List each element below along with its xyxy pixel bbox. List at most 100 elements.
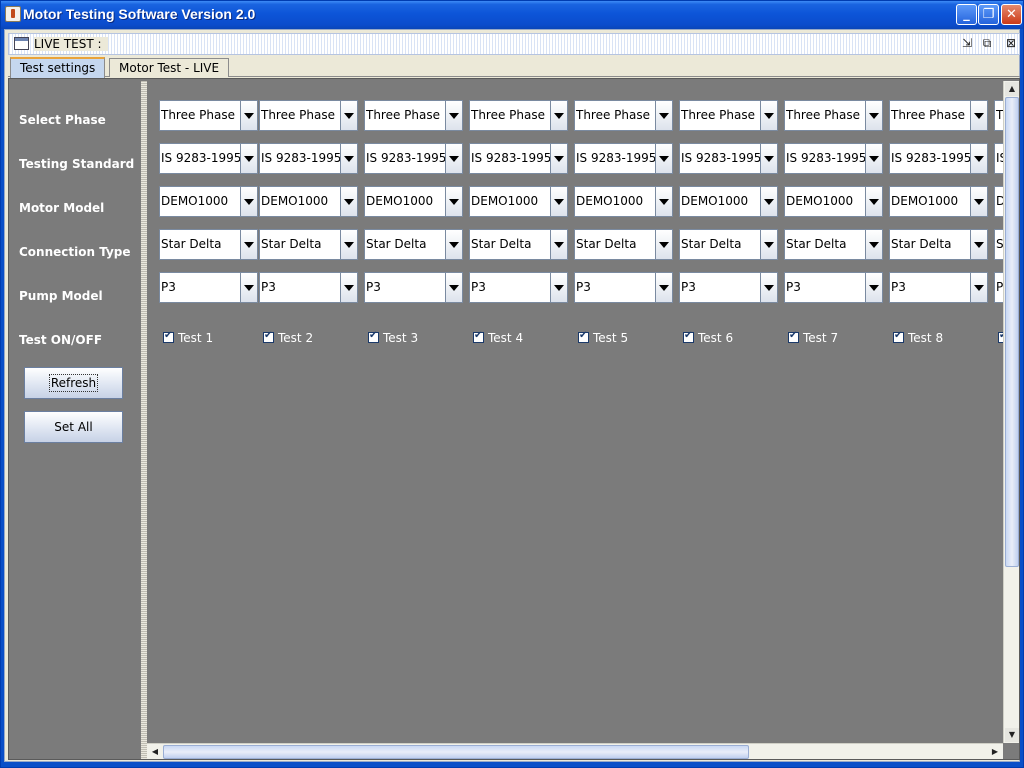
motor-model-combo[interactable]: DEMO1000 [259, 186, 358, 217]
iconify-icon[interactable]: ⇲ [959, 36, 975, 52]
standard-combo[interactable]: IS 9283-1995 [784, 143, 883, 174]
phase-combo[interactable]: Three Phase [159, 100, 258, 131]
dropdown-arrow-icon[interactable] [340, 100, 358, 131]
tab-motor-test-live[interactable]: Motor Test - LIVE [109, 58, 230, 77]
test-checkbox[interactable]: Test 5 [578, 327, 628, 346]
phase-combo[interactable]: Three Phase [994, 100, 1003, 131]
dropdown-arrow-icon[interactable] [970, 186, 988, 217]
standard-combo[interactable]: IS 9283-1995 [889, 143, 988, 174]
phase-combo[interactable]: Three Phase [889, 100, 988, 131]
standard-combo[interactable]: IS 9283-1995 [159, 143, 258, 174]
connection-type-combo[interactable]: Star Delta [159, 229, 258, 260]
dropdown-arrow-icon[interactable] [865, 143, 883, 174]
dropdown-arrow-icon[interactable] [445, 143, 463, 174]
dropdown-arrow-icon[interactable] [970, 229, 988, 260]
frame-close-icon[interactable]: ⊠ [1003, 36, 1019, 52]
scroll-right-arrow-icon[interactable]: ▶ [988, 745, 1002, 759]
minimize-button[interactable]: _ [956, 4, 977, 25]
test-checkbox[interactable]: Test 7 [788, 327, 838, 346]
phase-combo[interactable]: Three Phase [679, 100, 778, 131]
dropdown-arrow-icon[interactable] [655, 272, 673, 303]
internal-frame-title-bar[interactable]: LIVE TEST : ⇲ ⧉ ⊠ [8, 33, 1020, 55]
scroll-left-arrow-icon[interactable]: ◀ [148, 745, 162, 759]
maximize-icon[interactable]: ⧉ [979, 36, 995, 52]
checkbox-checked-icon[interactable] [578, 330, 589, 343]
test-checkbox[interactable]: Test 4 [473, 327, 523, 346]
pump-model-combo[interactable]: P3 [679, 272, 778, 303]
test-checkbox[interactable]: Test 8 [893, 327, 943, 346]
close-button[interactable]: ✕ [1001, 4, 1022, 25]
checkbox-checked-icon[interactable] [368, 330, 379, 343]
motor-model-combo[interactable]: DEMO1000 [679, 186, 778, 217]
connection-type-combo[interactable]: Star Delta [469, 229, 568, 260]
dropdown-arrow-icon[interactable] [445, 186, 463, 217]
dropdown-arrow-icon[interactable] [655, 186, 673, 217]
restore-button[interactable]: ❐ [978, 4, 999, 25]
checkbox-checked-icon[interactable] [473, 330, 484, 343]
connection-type-combo[interactable]: Star Delta [889, 229, 988, 260]
connection-type-combo[interactable]: Star Delta [364, 229, 463, 260]
connection-type-combo[interactable]: Star Delta [574, 229, 673, 260]
pump-model-combo[interactable]: P3 [574, 272, 673, 303]
test-checkbox[interactable]: Test 6 [683, 327, 733, 346]
phase-combo[interactable]: Three Phase [259, 100, 358, 131]
checkbox-checked-icon[interactable] [683, 330, 694, 343]
connection-type-combo[interactable]: Star Delta [994, 229, 1003, 260]
standard-combo[interactable]: IS 9283-1995 [364, 143, 463, 174]
pump-model-combo[interactable]: P3 [159, 272, 258, 303]
dropdown-arrow-icon[interactable] [340, 186, 358, 217]
dropdown-arrow-icon[interactable] [865, 229, 883, 260]
dropdown-arrow-icon[interactable] [865, 186, 883, 217]
test-checkbox[interactable]: Test 1 [163, 327, 213, 346]
phase-combo[interactable]: Three Phase [574, 100, 673, 131]
motor-model-combo[interactable]: DEMO1000 [784, 186, 883, 217]
motor-model-combo[interactable]: DEMO1000 [364, 186, 463, 217]
pump-model-combo[interactable]: P3 [259, 272, 358, 303]
dropdown-arrow-icon[interactable] [760, 186, 778, 217]
horizontal-scroll-thumb[interactable] [163, 745, 749, 759]
dropdown-arrow-icon[interactable] [340, 229, 358, 260]
dropdown-arrow-icon[interactable] [655, 143, 673, 174]
dropdown-arrow-icon[interactable] [655, 100, 673, 131]
phase-combo[interactable]: Three Phase [364, 100, 463, 131]
connection-type-combo[interactable]: Star Delta [259, 229, 358, 260]
pump-model-combo[interactable]: P3 [994, 272, 1003, 303]
dropdown-arrow-icon[interactable] [865, 272, 883, 303]
checkbox-checked-icon[interactable] [163, 330, 174, 343]
dropdown-arrow-icon[interactable] [240, 143, 258, 174]
motor-model-combo[interactable]: DEMO1000 [469, 186, 568, 217]
dropdown-arrow-icon[interactable] [550, 272, 568, 303]
standard-combo[interactable]: IS 9283-1995 [259, 143, 358, 174]
dropdown-arrow-icon[interactable] [340, 272, 358, 303]
dropdown-arrow-icon[interactable] [445, 272, 463, 303]
refresh-button[interactable]: Refresh [24, 367, 123, 399]
tab-test-settings[interactable]: Test settings [10, 57, 106, 78]
dropdown-arrow-icon[interactable] [445, 100, 463, 131]
dropdown-arrow-icon[interactable] [865, 100, 883, 131]
pump-model-combo[interactable]: P3 [364, 272, 463, 303]
scroll-down-arrow-icon[interactable]: ▼ [1005, 728, 1019, 742]
motor-model-combo[interactable]: DEMO1000 [574, 186, 673, 217]
dropdown-arrow-icon[interactable] [760, 229, 778, 260]
vertical-scroll-thumb[interactable] [1005, 97, 1019, 567]
pump-model-combo[interactable]: P3 [889, 272, 988, 303]
motor-model-combo[interactable]: DEMO1000 [889, 186, 988, 217]
checkbox-checked-icon[interactable] [263, 330, 274, 343]
phase-combo[interactable]: Three Phase [469, 100, 568, 131]
phase-combo[interactable]: Three Phase [784, 100, 883, 131]
dropdown-arrow-icon[interactable] [970, 272, 988, 303]
connection-type-combo[interactable]: Star Delta [679, 229, 778, 260]
checkbox-checked-icon[interactable] [788, 330, 799, 343]
horizontal-scrollbar[interactable]: ◀ ▶ [147, 743, 1003, 759]
dropdown-arrow-icon[interactable] [240, 186, 258, 217]
set-all-button[interactable]: Set All [24, 411, 123, 443]
dropdown-arrow-icon[interactable] [550, 229, 568, 260]
dropdown-arrow-icon[interactable] [340, 143, 358, 174]
dropdown-arrow-icon[interactable] [655, 229, 673, 260]
dropdown-arrow-icon[interactable] [550, 143, 568, 174]
standard-combo[interactable]: IS 9283-1995 [469, 143, 568, 174]
dropdown-arrow-icon[interactable] [760, 100, 778, 131]
dropdown-arrow-icon[interactable] [550, 100, 568, 131]
dropdown-arrow-icon[interactable] [760, 272, 778, 303]
dropdown-arrow-icon[interactable] [970, 100, 988, 131]
